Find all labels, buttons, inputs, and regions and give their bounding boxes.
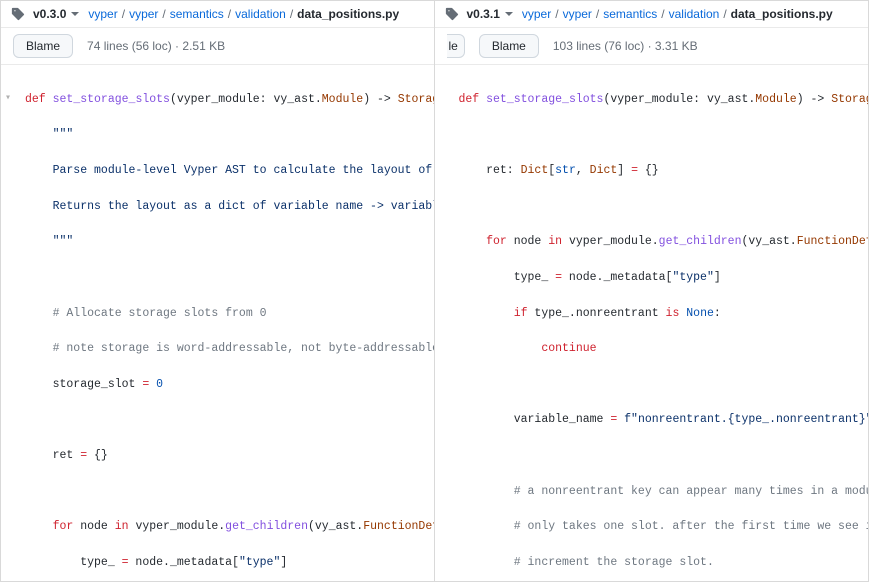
partial-tab[interactable]: le (447, 34, 465, 58)
crumb[interactable]: vyper (88, 7, 117, 21)
crumb-current: data_positions.py (297, 7, 399, 21)
file-meta-left: 74 lines (56 loc) · 2.51 KB (87, 39, 225, 53)
breadcrumb-right: vyper/ vyper/ semantics/ validation/ dat… (522, 7, 833, 21)
code-right[interactable]: def set_storage_slots(vyper_module: vy_a… (435, 65, 869, 581)
right-toolbar: le Blame 103 lines (76 loc) · 3.31 KB (435, 28, 869, 65)
blame-button-left[interactable]: Blame (13, 34, 73, 58)
chevron-down-icon (70, 9, 80, 19)
right-header: v0.3.1 vyper/ vyper/ semantics/ validati… (435, 1, 869, 28)
blame-button-right[interactable]: Blame (479, 34, 539, 58)
collapse-icon[interactable]: ▾ (5, 91, 11, 107)
crumb[interactable]: validation (669, 7, 720, 21)
version-selector-right[interactable]: v0.3.1 (467, 7, 514, 21)
left-header: v0.3.0 vyper/ vyper/ semantics/ validati… (1, 1, 434, 28)
crumb[interactable]: validation (235, 7, 286, 21)
version-selector-left[interactable]: v0.3.0 (33, 7, 80, 21)
breadcrumb-left: vyper/ vyper/ semantics/ validation/ dat… (88, 7, 399, 21)
crumb[interactable]: vyper (563, 7, 592, 21)
crumb[interactable]: vyper (129, 7, 158, 21)
left-pane: v0.3.0 vyper/ vyper/ semantics/ validati… (0, 0, 435, 582)
file-meta-right: 103 lines (76 loc) · 3.31 KB (553, 39, 698, 53)
version-label: v0.3.0 (33, 7, 66, 21)
right-pane: v0.3.1 vyper/ vyper/ semantics/ validati… (435, 0, 869, 582)
crumb-current: data_positions.py (731, 7, 833, 21)
tag-icon (445, 7, 459, 21)
left-toolbar: Blame 74 lines (56 loc) · 2.51 KB (1, 28, 434, 65)
code-left[interactable]: ▾def set_storage_slots(vyper_module: vy_… (1, 65, 434, 581)
crumb[interactable]: semantics (170, 7, 224, 21)
version-label: v0.3.1 (467, 7, 500, 21)
crumb[interactable]: vyper (522, 7, 551, 21)
tag-icon (11, 7, 25, 21)
crumb[interactable]: semantics (603, 7, 657, 21)
chevron-down-icon (504, 9, 514, 19)
